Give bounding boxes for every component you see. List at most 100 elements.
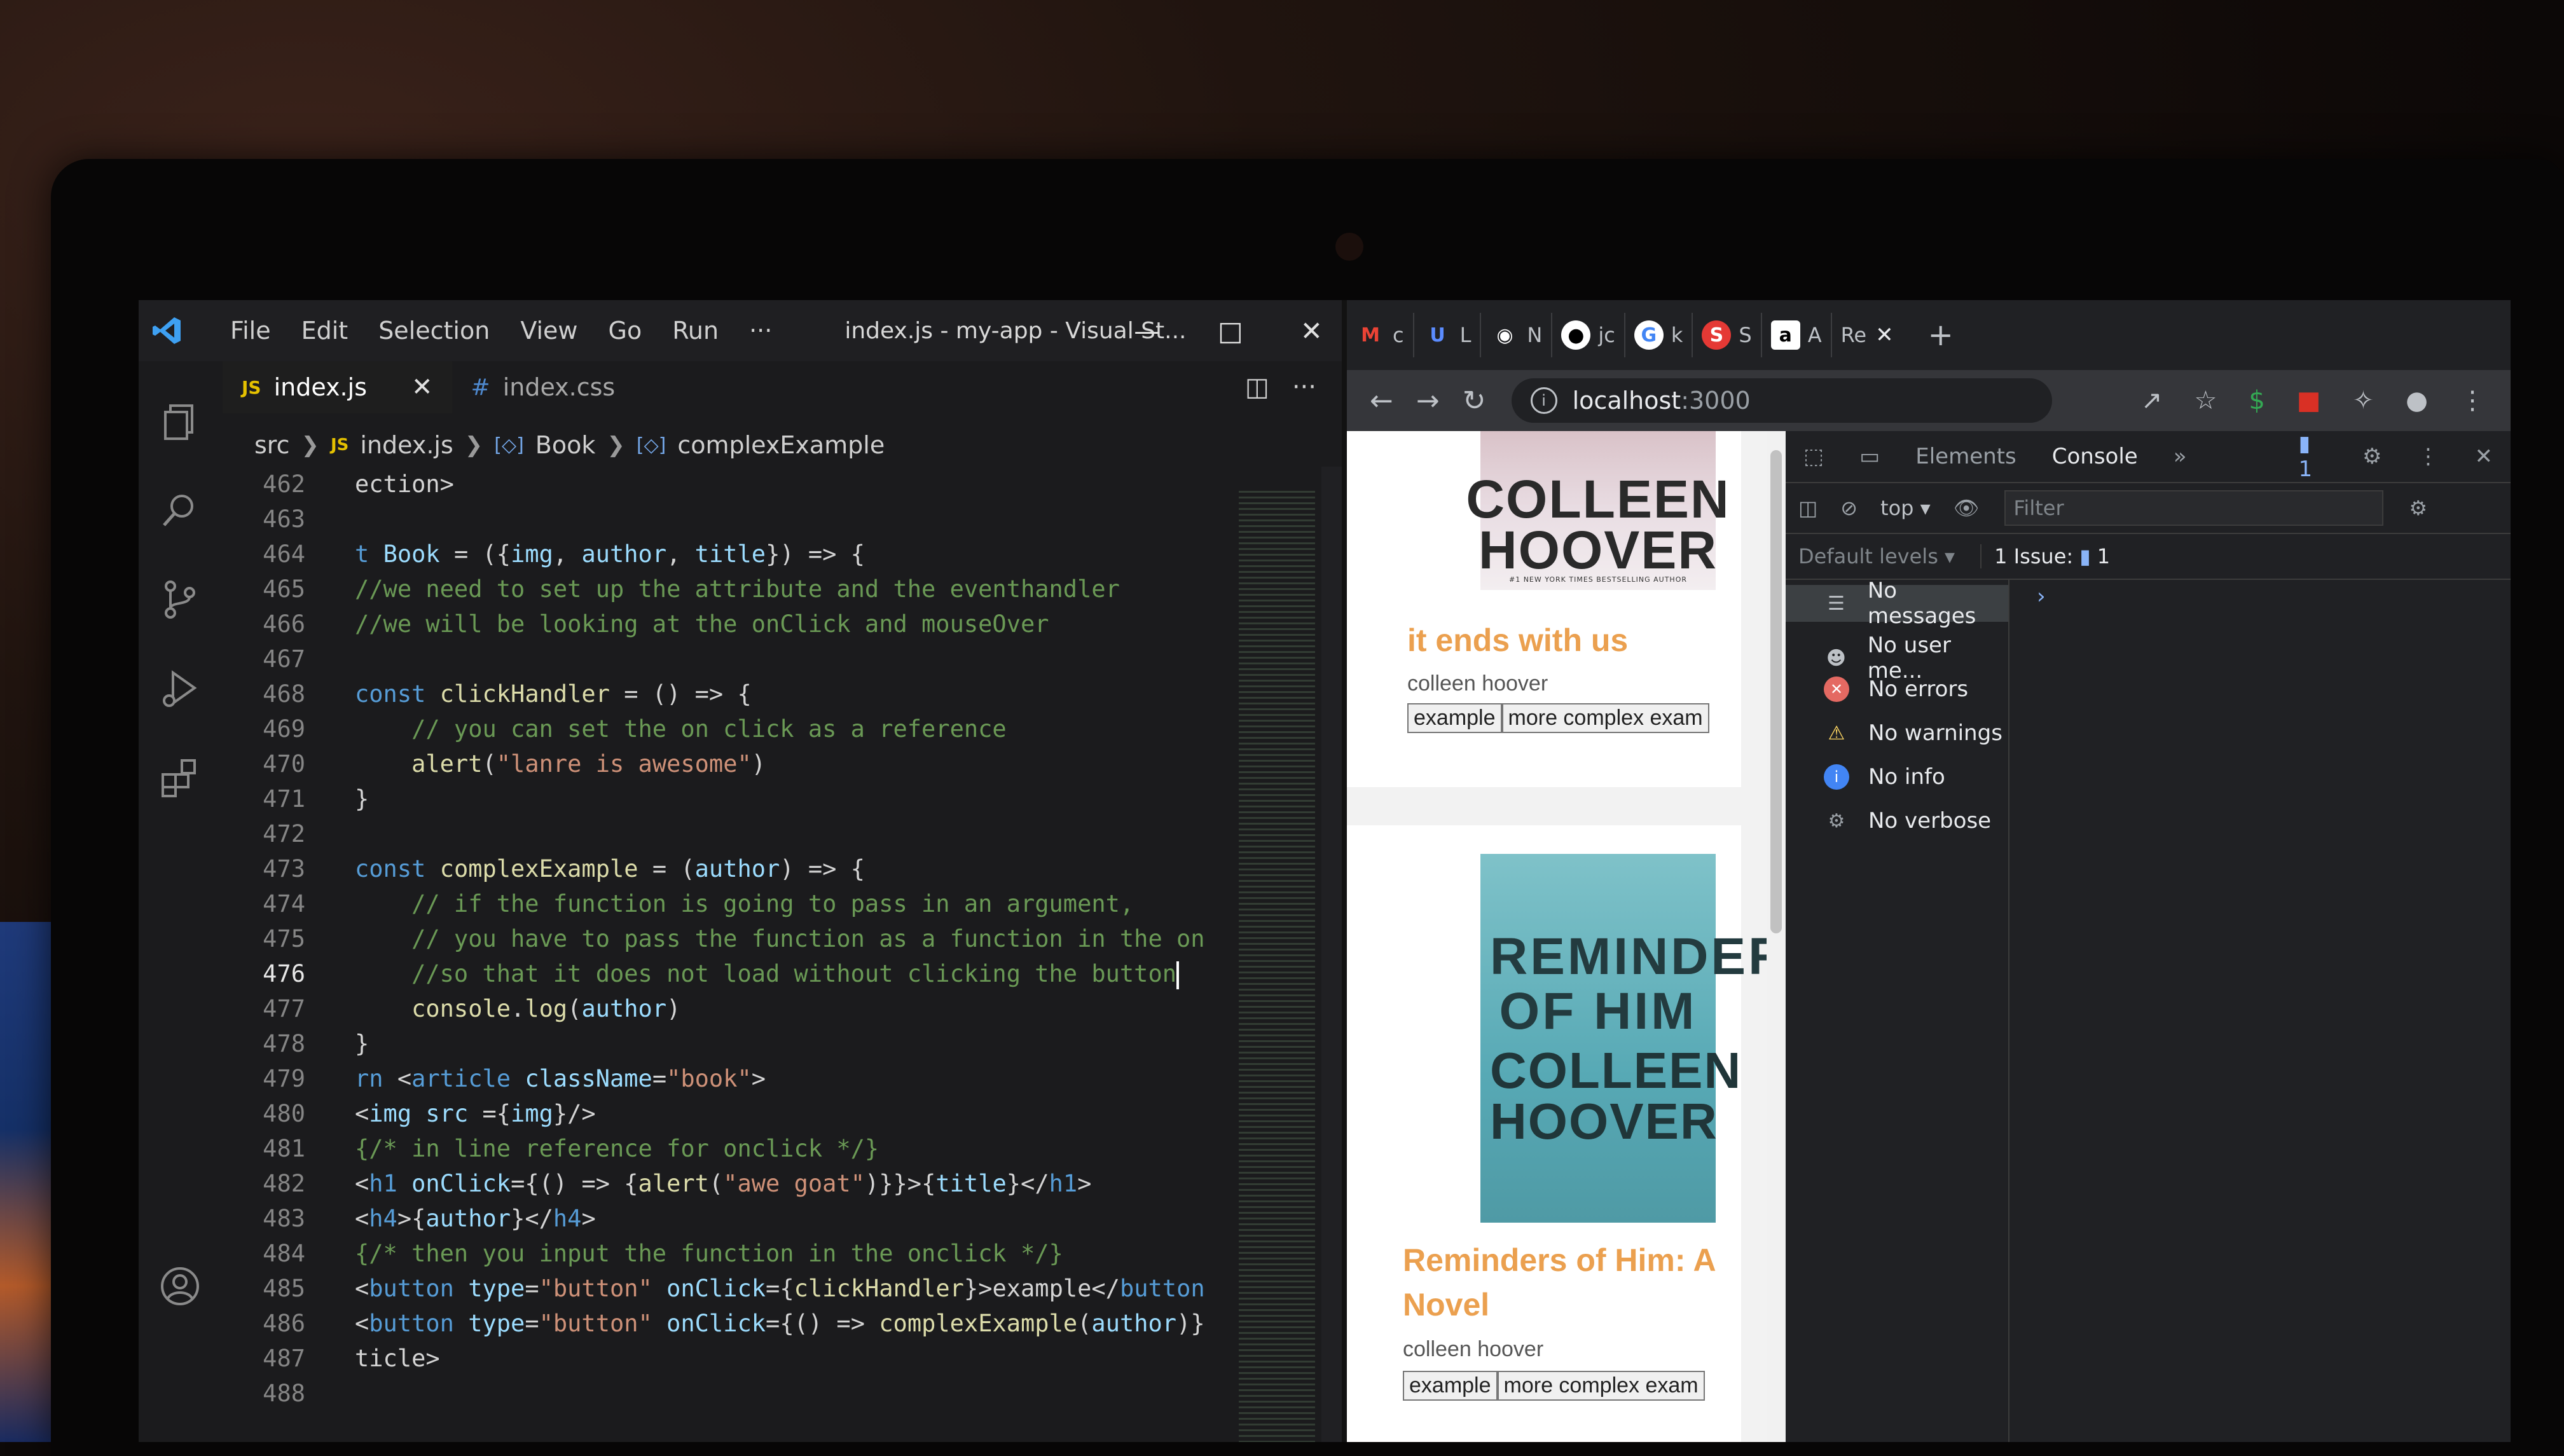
- extensions-icon[interactable]: [158, 755, 202, 800]
- browser-tab[interactable]: UL: [1414, 313, 1482, 357]
- sidebar-item-info[interactable]: i No info: [1824, 764, 1945, 790]
- scrollbar-thumb[interactable]: [1770, 450, 1782, 933]
- code-line[interactable]: 467: [223, 642, 1208, 676]
- search-icon[interactable]: [158, 488, 202, 533]
- new-tab-button[interactable]: +: [1928, 317, 1954, 353]
- tab-index-js[interactable]: JS index.js ✕: [223, 361, 452, 413]
- code-line[interactable]: 480 <img src ={img}/>: [223, 1096, 1208, 1131]
- menu-view[interactable]: View: [505, 317, 593, 345]
- explorer-icon[interactable]: [158, 399, 202, 444]
- menu-more[interactable]: ···: [734, 317, 787, 345]
- book-title[interactable]: it ends with us: [1407, 622, 1628, 659]
- code-line[interactable]: 466 //we will be looking at the onClick a…: [223, 607, 1208, 642]
- browser-tab[interactable]: aA: [1762, 313, 1832, 357]
- context-select[interactable]: top ▾: [1880, 496, 1931, 520]
- menu-file[interactable]: File: [215, 317, 286, 345]
- code-line[interactable]: 482 <h1 onClick={() => {alert("awe goat")…: [223, 1166, 1208, 1201]
- browser-tab[interactable]: SS: [1693, 313, 1762, 357]
- browser-tab[interactable]: ● jc: [1552, 313, 1625, 357]
- console-settings-gear-icon[interactable]: ⚙: [2409, 496, 2427, 520]
- maximize-icon[interactable]: □: [1218, 315, 1243, 347]
- code-line[interactable]: 488: [223, 1376, 1208, 1411]
- code-line[interactable]: 475 // you have to pass the function as …: [223, 921, 1208, 956]
- sidebar-item-warnings[interactable]: ⚠ No warnings: [1824, 720, 2002, 746]
- code-line[interactable]: 477 console.log(author): [223, 991, 1208, 1026]
- device-toolbar-icon[interactable]: ▭: [1842, 444, 1898, 469]
- tab-close-icon[interactable]: ✕: [411, 373, 433, 402]
- book-title-line2[interactable]: Novel: [1403, 1286, 1489, 1323]
- clear-console-icon[interactable]: ⊘: [1840, 496, 1858, 520]
- example-button[interactable]: example: [1403, 1371, 1498, 1401]
- browser-tab[interactable]: Gk: [1625, 313, 1693, 357]
- code-line[interactable]: 481 {/* in line reference for onclick */}: [223, 1131, 1208, 1166]
- code-line[interactable]: 462 ection>: [223, 467, 1208, 502]
- page-scrollbar[interactable]: [1767, 431, 1786, 1442]
- code-line[interactable]: 471}: [223, 781, 1208, 816]
- inspect-element-icon[interactable]: ⬚: [1786, 444, 1842, 469]
- default-levels-select[interactable]: Default levels ▾: [1798, 544, 1955, 568]
- more-actions-icon[interactable]: ···: [1292, 373, 1316, 402]
- tab-elements[interactable]: Elements: [1898, 444, 2034, 469]
- code-line[interactable]: 463: [223, 502, 1208, 537]
- live-expression-eye-icon[interactable]: 👁: [1954, 496, 1980, 520]
- back-arrow-icon[interactable]: ←: [1370, 385, 1393, 417]
- code-line[interactable]: 464 t Book = ({img, author, title}) => {: [223, 537, 1208, 572]
- breadcrumb-symbol[interactable]: complexExample: [677, 431, 885, 459]
- sidebar-item-user-messages[interactable]: ☻ No user me...: [1824, 633, 2008, 683]
- split-editor-icon[interactable]: ◫: [1245, 373, 1269, 402]
- menu-edit[interactable]: Edit: [286, 317, 364, 345]
- menu-run[interactable]: Run: [657, 317, 734, 345]
- issues-badge[interactable]: 1 Issue: ▮ 1: [1980, 544, 2110, 568]
- code-line[interactable]: 483 <h4>{author}</h4>: [223, 1201, 1208, 1236]
- code-line[interactable]: 469 // you can set the on click as a ref…: [223, 711, 1208, 746]
- breadcrumb-folder[interactable]: src: [254, 431, 289, 459]
- minimap[interactable]: [1239, 491, 1315, 1442]
- code-line[interactable]: 478}: [223, 1026, 1208, 1061]
- code-line[interactable]: 468 const clickHandler = () => {: [223, 676, 1208, 711]
- bookmark-star-icon[interactable]: ☆: [2194, 386, 2217, 415]
- code-line[interactable]: 486 <button type="button" onClick={() => …: [223, 1306, 1208, 1341]
- code-editor[interactable]: 462 ection> 463 464 t Book = ({img, author, …: [223, 467, 1208, 1442]
- complex-example-button[interactable]: more complex exam: [1501, 703, 1709, 733]
- code-line[interactable]: 472: [223, 816, 1208, 851]
- share-icon[interactable]: ↗: [2141, 386, 2163, 415]
- code-line[interactable]: 484 {/* then you input the function in th…: [223, 1236, 1208, 1271]
- minimize-icon[interactable]: —: [1134, 315, 1161, 347]
- console-filter-input[interactable]: Filter: [2004, 490, 2384, 526]
- code-line[interactable]: 487 ticle>: [223, 1341, 1208, 1376]
- code-line[interactable]: 485 <button type="button" onClick={clickH…: [223, 1271, 1208, 1306]
- browser-tab-active[interactable]: Re ✕: [1832, 313, 1903, 357]
- puzzle-extensions-icon[interactable]: ✧: [2353, 386, 2374, 415]
- menu-go[interactable]: Go: [593, 317, 658, 345]
- chrome-menu-icon[interactable]: ⋮: [2460, 386, 2485, 415]
- profile-avatar-icon[interactable]: ●: [2406, 386, 2428, 415]
- breadcrumb-symbol[interactable]: Book: [535, 431, 596, 459]
- menu-selection[interactable]: Selection: [363, 317, 505, 345]
- forward-arrow-icon[interactable]: →: [1416, 385, 1440, 417]
- account-icon[interactable]: [158, 1264, 202, 1308]
- code-line[interactable]: 479 rn <article className="book">: [223, 1061, 1208, 1096]
- editor-scrollbar[interactable]: [1321, 467, 1342, 1442]
- tab-close-icon[interactable]: ✕: [1875, 322, 1894, 348]
- settings-gear-icon[interactable]: ⚙: [2345, 444, 2399, 469]
- tab-console[interactable]: Console: [2034, 444, 2156, 469]
- source-control-icon[interactable]: [158, 577, 202, 622]
- devtools-menu-icon[interactable]: ⋮: [2400, 444, 2457, 469]
- browser-tab[interactable]: Mc: [1347, 313, 1414, 357]
- run-debug-icon[interactable]: [158, 666, 202, 711]
- issues-counter[interactable]: ▮ 1: [2281, 431, 2345, 482]
- complex-example-button[interactable]: more complex exam: [1497, 1371, 1705, 1401]
- example-button[interactable]: example: [1407, 703, 1502, 733]
- sidebar-toggle-icon[interactable]: ◫: [1798, 496, 1817, 520]
- sidebar-item-messages[interactable]: ☰ No messages: [1786, 578, 2008, 629]
- reload-icon[interactable]: ↻: [1463, 385, 1486, 417]
- dollar-extension-icon[interactable]: $: [2249, 386, 2264, 415]
- more-tabs-icon[interactable]: »: [2156, 444, 2205, 469]
- code-line[interactable]: 465 //we need to set up the attribute and…: [223, 572, 1208, 607]
- expand-chevron-icon[interactable]: ›: [2037, 584, 2046, 609]
- sidebar-item-verbose[interactable]: ⚙ No verbose: [1824, 808, 1992, 834]
- sidebar-item-errors[interactable]: ✕ No errors: [1824, 676, 1968, 702]
- book-title[interactable]: Reminders of Him: A: [1403, 1242, 1716, 1279]
- code-line[interactable]: 473 const complexExample = (author) => {: [223, 851, 1208, 886]
- code-line[interactable]: 474 // if the function is going to pass …: [223, 886, 1208, 921]
